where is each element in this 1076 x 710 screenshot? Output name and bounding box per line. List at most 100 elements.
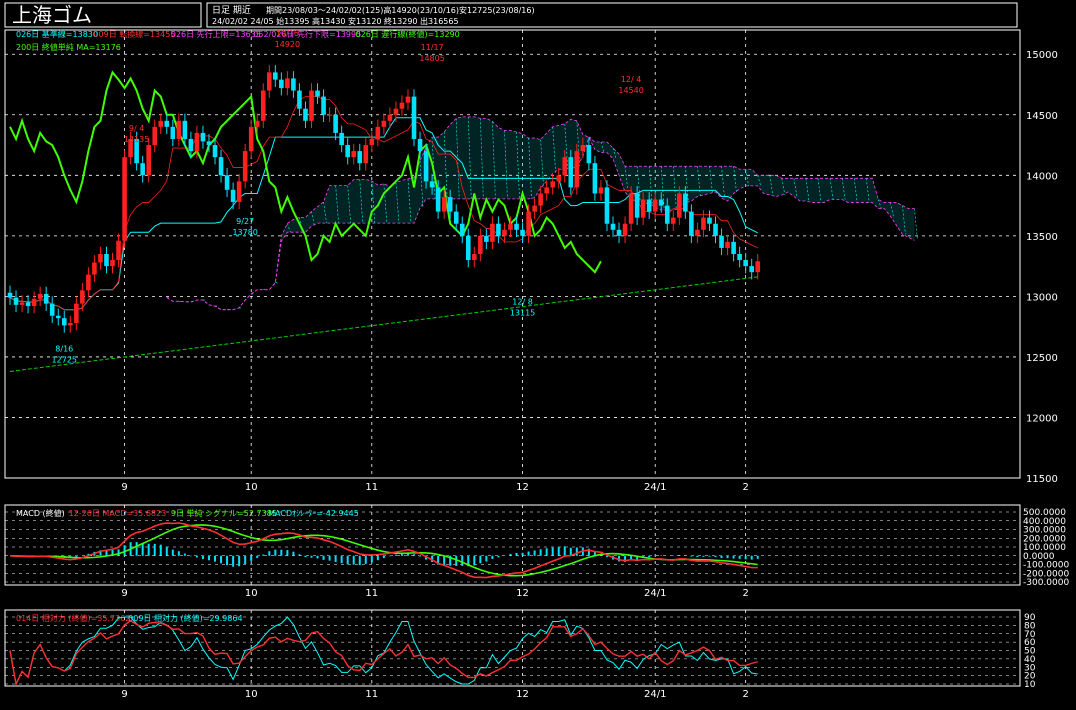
- candle-body: [116, 241, 121, 260]
- annotation-value: 14135: [124, 135, 149, 144]
- candle-body: [544, 187, 549, 193]
- annotation-date: 8/16: [55, 345, 73, 354]
- candle-body: [749, 266, 754, 272]
- candle-body: [635, 193, 640, 217]
- annotation-date: 12/ 8: [512, 297, 533, 306]
- candle-body: [273, 72, 278, 79]
- candle-body: [737, 254, 742, 260]
- macd-legend: MACD (終値)12-26日 MACD=35.68239日 単純 シグナル=5…: [16, 508, 359, 518]
- candle-body: [225, 175, 230, 190]
- candle-body: [484, 236, 489, 242]
- price-tick-label: 15000: [1026, 50, 1058, 61]
- candle-body: [261, 91, 266, 121]
- candle-body: [80, 290, 85, 303]
- annotation-value: 13780: [232, 228, 257, 237]
- candle-body: [219, 157, 224, 175]
- price-tick-label: 11500: [1026, 474, 1058, 485]
- candle-body: [575, 151, 580, 187]
- candle-body: [285, 78, 290, 88]
- candle-body: [207, 141, 212, 145]
- cloud-fill: [167, 117, 915, 310]
- candle-body: [339, 133, 344, 145]
- candle-body: [538, 193, 543, 205]
- candle-body: [659, 200, 664, 206]
- candle-body: [707, 218, 712, 224]
- candle-body: [388, 115, 393, 121]
- candle-body: [526, 212, 531, 236]
- chart-title: 上海ゴム: [12, 3, 92, 27]
- candle-body: [50, 304, 55, 316]
- price-tick-label: 12000: [1026, 413, 1058, 424]
- month-axis-main: 910111224/12: [121, 482, 748, 493]
- candle-body: [74, 304, 79, 323]
- month-label: 10: [245, 689, 258, 700]
- candle-body: [677, 193, 682, 217]
- candle-body: [725, 242, 730, 248]
- legend-text: 026日 基準線=13830: [16, 29, 98, 39]
- candle-body: [249, 127, 254, 151]
- candle-body: [394, 109, 399, 115]
- candle-body: [623, 224, 628, 236]
- candle-body: [671, 218, 676, 224]
- annotation-date: 11/17: [421, 43, 444, 52]
- candle-body: [689, 212, 694, 236]
- candle-body: [490, 224, 495, 242]
- candle-body: [98, 254, 103, 262]
- candle-body: [351, 151, 356, 157]
- month-label: 11: [365, 482, 378, 493]
- month-label: 12: [516, 588, 529, 599]
- candle-body: [56, 316, 61, 318]
- legend-text: 009日 相対力 (終値)=29.9864: [128, 613, 242, 623]
- candle-body: [581, 145, 586, 151]
- candle-body: [653, 200, 658, 212]
- candle-body: [177, 121, 182, 139]
- candle-body: [110, 260, 115, 266]
- candle-body: [683, 193, 688, 211]
- month-label: 10: [245, 482, 258, 493]
- candle-body: [201, 133, 206, 141]
- candle-body: [587, 145, 592, 163]
- annotation-date: 10/16: [276, 29, 299, 38]
- month-label: 11: [365, 588, 378, 599]
- candle-body: [231, 190, 236, 202]
- candle-body: [436, 187, 441, 211]
- candle-body: [38, 294, 43, 299]
- annotation-value: 14805: [419, 54, 444, 63]
- macd-line: [10, 523, 758, 578]
- price-grid: [5, 30, 1020, 478]
- candle-body: [140, 163, 145, 175]
- ichimoku-cloud: [167, 117, 918, 310]
- month-axis-macd: 910111224/12: [121, 588, 748, 599]
- candle-body: [454, 212, 459, 224]
- candle-body: [152, 127, 157, 145]
- candle-body: [309, 91, 314, 121]
- month-label: 10: [245, 588, 258, 599]
- candle-body: [32, 299, 37, 306]
- annotation-value: 13115: [510, 308, 535, 317]
- candle-body: [448, 197, 453, 212]
- candle-body: [418, 139, 423, 151]
- month-label: 2: [742, 588, 748, 599]
- legend-text: 9日 単純 シグナル=52.7385: [171, 508, 277, 518]
- candle-body: [333, 115, 338, 133]
- legend-text: 026日 先行上限=13635: [171, 29, 261, 39]
- candle-body: [303, 109, 308, 121]
- info-line-2: 24/02/02 24/05 始13395 高13430 安13120 終132…: [212, 16, 459, 26]
- annotation-date: 12/ 4: [621, 75, 642, 84]
- month-label: 2: [742, 482, 748, 493]
- candle-body: [345, 145, 350, 157]
- candle-body: [599, 187, 604, 193]
- annotation-value: 12725: [52, 356, 77, 365]
- annotation-value: 14540: [618, 86, 643, 95]
- candle-body: [327, 115, 332, 116]
- candle-body: [382, 121, 387, 127]
- candle-body: [62, 318, 67, 325]
- legend-text: MACD (終値): [16, 508, 65, 518]
- candle-body: [701, 218, 706, 230]
- candle-body: [171, 127, 176, 139]
- candle-body: [442, 197, 447, 212]
- annotation-date: 9/27: [236, 217, 254, 226]
- candle-body: [363, 145, 368, 163]
- candle-body: [14, 298, 19, 305]
- candle-body: [20, 302, 25, 304]
